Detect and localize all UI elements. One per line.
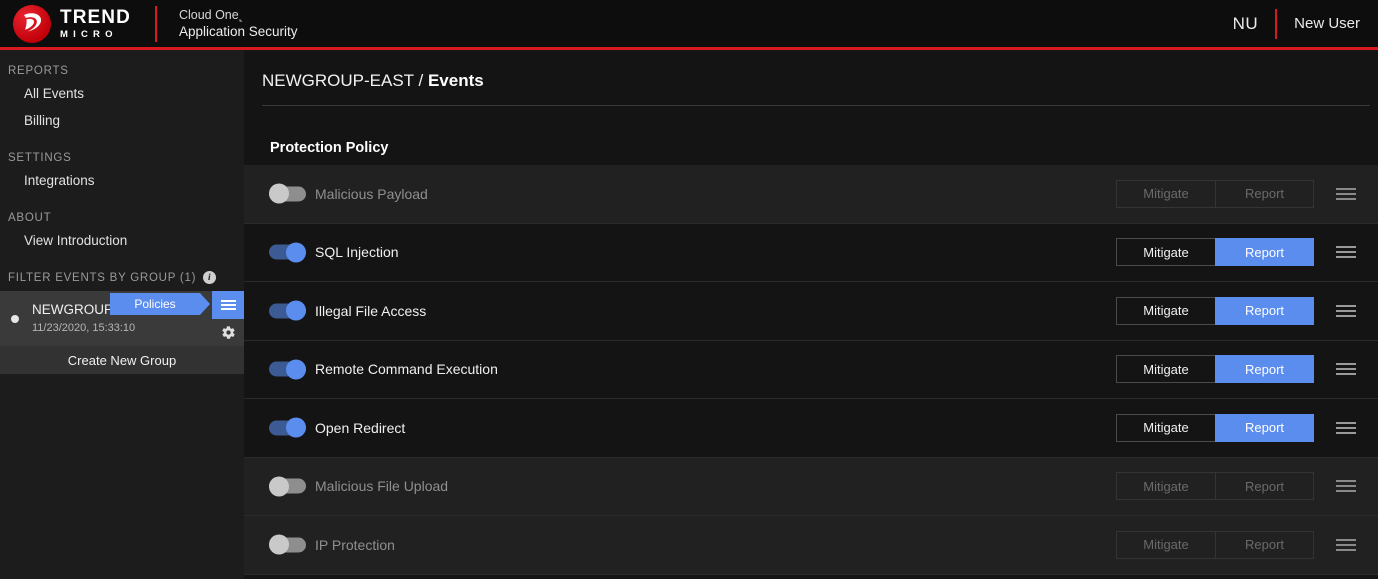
policy-name-label: IP Protection — [315, 536, 395, 553]
row-hamburger-icon[interactable] — [1336, 477, 1356, 495]
policy-toggle[interactable] — [269, 183, 306, 204]
mitigate-button: Mitigate — [1116, 472, 1215, 501]
breadcrumb-group[interactable]: NEWGROUP-EAST — [262, 71, 414, 90]
toggle-knob — [286, 300, 306, 321]
policy-action-group: Mitigate Report — [1116, 472, 1314, 501]
header-user-divider — [1275, 8, 1278, 39]
sidebar-section-reports: REPORTS — [8, 65, 69, 77]
policy-row: Illegal File Access Mitigate Report — [244, 282, 1378, 341]
toggle-knob — [269, 534, 289, 555]
policy-list: Malicious Payload Mitigate Report SQL Injec… — [244, 165, 1378, 575]
policy-toggle[interactable] — [269, 417, 306, 438]
mitigate-button: Mitigate — [1116, 530, 1215, 559]
toggle-knob — [269, 183, 289, 204]
policy-name-label: Malicious File Upload — [315, 478, 449, 495]
toggle-knob — [286, 359, 306, 380]
group-status-dot — [11, 315, 19, 323]
group-policies-menu-button[interactable] — [212, 291, 244, 319]
policy-toggle[interactable] — [269, 476, 306, 497]
policy-toggle[interactable] — [269, 534, 306, 555]
sidebar-section-settings: SETTINGS — [8, 152, 72, 164]
policy-name-label: Remote Command Execution — [315, 361, 498, 378]
row-hamburger-icon[interactable] — [1336, 536, 1356, 554]
header-user-area[interactable]: NU New User — [1232, 8, 1378, 39]
app-header: TREND MICRO Cloud One˻ Application Secur… — [0, 0, 1378, 50]
policy-action-group: Mitigate Report — [1116, 355, 1314, 384]
policy-action-group: Mitigate Report — [1116, 238, 1314, 267]
policy-row: SQL Injection Mitigate Report — [244, 223, 1378, 282]
mitigate-button[interactable]: Mitigate — [1116, 296, 1215, 325]
report-button[interactable]: Report — [1215, 296, 1314, 325]
sidebar-item-integrations[interactable]: Integrations — [24, 173, 95, 188]
logo-swoosh-icon — [24, 12, 42, 31]
filter-events-by-group-label: FILTER EVENTS BY GROUP (1) i — [8, 271, 217, 284]
policy-name-label: Open Redirect — [315, 419, 406, 436]
trend-micro-logo-icon — [13, 4, 51, 43]
breadcrumb-current: Events — [427, 71, 484, 90]
policies-tooltip: Policies — [110, 293, 200, 315]
create-new-group-button[interactable]: Create New Group — [0, 346, 244, 374]
policy-toggle[interactable] — [269, 300, 306, 321]
mitigate-button[interactable]: Mitigate — [1116, 413, 1215, 442]
group-timestamp-label: 11/23/2020, 15:33:10 — [32, 322, 136, 334]
policy-row: Remote Command Execution Mitigate Report — [244, 340, 1378, 399]
product-name: Cloud One˻ Application Security — [179, 7, 298, 40]
user-initials: NU — [1232, 13, 1259, 33]
policy-name-label: Malicious Payload — [315, 185, 428, 202]
mitigate-button: Mitigate — [1116, 179, 1215, 208]
policy-toggle[interactable] — [269, 359, 306, 380]
sidebar-item-all-events[interactable]: All Events — [24, 86, 84, 101]
filter-label-text: FILTER EVENTS BY GROUP (1) — [8, 271, 197, 284]
product-title-label: Application Security — [178, 23, 298, 39]
row-hamburger-icon[interactable] — [1336, 360, 1356, 378]
hamburger-icon — [220, 298, 236, 312]
header-divider — [154, 5, 157, 42]
report-button[interactable]: Report — [1215, 355, 1314, 384]
main-content: NEWGROUP-EAST / Events Protection Policy… — [244, 50, 1378, 579]
group-settings-button[interactable] — [212, 319, 244, 346]
report-button[interactable]: Report — [1215, 413, 1314, 442]
policy-action-group: Mitigate Report — [1116, 179, 1314, 208]
report-button: Report — [1215, 472, 1314, 501]
mitigate-button[interactable]: Mitigate — [1116, 238, 1215, 267]
user-name-label[interactable]: New User — [1294, 15, 1360, 32]
toggle-knob — [269, 476, 289, 497]
policy-row: IP Protection Mitigate Report — [244, 516, 1378, 575]
toggle-knob — [286, 417, 306, 438]
policies-tooltip-arrow — [200, 293, 210, 315]
policy-row: Malicious File Upload Mitigate Report — [244, 457, 1378, 516]
info-icon[interactable]: i — [203, 271, 217, 284]
sidebar-item-view-introduction[interactable]: View Introduction — [24, 233, 127, 248]
row-hamburger-icon[interactable] — [1336, 185, 1356, 203]
policy-row: Malicious Payload Mitigate Report — [244, 165, 1378, 224]
report-button[interactable]: Report — [1215, 238, 1314, 267]
breadcrumb-divider — [262, 105, 1370, 106]
breadcrumb-separator: / — [418, 71, 424, 90]
mitigate-button[interactable]: Mitigate — [1116, 355, 1215, 384]
report-button: Report — [1215, 179, 1314, 208]
product-suite-label: Cloud One˻ — [178, 7, 243, 22]
policy-row: Open Redirect Mitigate Report — [244, 399, 1378, 458]
policy-action-group: Mitigate Report — [1116, 413, 1314, 442]
brand-logo[interactable]: TREND MICRO — [0, 4, 131, 43]
logo-micro-text: MICRO — [60, 28, 118, 40]
row-hamburger-icon[interactable] — [1336, 419, 1356, 437]
policy-name-label: Illegal File Access — [315, 302, 427, 319]
report-button: Report — [1215, 530, 1314, 559]
logo-trend-text: TREND — [60, 6, 131, 28]
sidebar-section-about: ABOUT — [8, 212, 52, 224]
policy-action-group: Mitigate Report — [1116, 530, 1314, 559]
sidebar-item-billing[interactable]: Billing — [24, 113, 60, 128]
policy-action-group: Mitigate Report — [1116, 296, 1314, 325]
toggle-knob — [286, 242, 306, 263]
policy-name-label: SQL Injection — [315, 244, 399, 261]
gear-icon — [221, 326, 235, 339]
row-hamburger-icon[interactable] — [1336, 302, 1356, 320]
page-title: Protection Policy — [270, 140, 389, 156]
breadcrumb: NEWGROUP-EAST / Events — [262, 71, 484, 91]
policy-toggle[interactable] — [269, 242, 306, 263]
row-hamburger-icon[interactable] — [1336, 243, 1356, 261]
